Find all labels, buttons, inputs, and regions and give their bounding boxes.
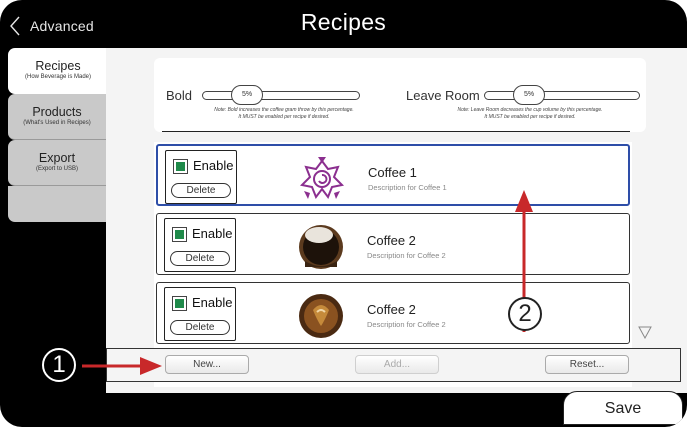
page-title: Recipes [300, 9, 387, 35]
main-panel: Bold 5% Note: Bold increases the coffee … [106, 48, 687, 393]
tab-products-sublabel: (What's Used in Recipes) [23, 120, 91, 126]
leave-room-slider-thumb[interactable]: 5% [513, 85, 545, 105]
recipe-row[interactable]: Enable Delete Coffee 2 Description for C… [156, 213, 630, 275]
reset-button[interactable]: Reset... [545, 355, 629, 374]
tab-recipes-sublabel: (How Beverage is Made) [24, 74, 92, 80]
tab-export-sublabel: (Export to USB) [35, 166, 78, 172]
enable-checkbox[interactable] [173, 159, 188, 174]
callout-one: 1 [42, 348, 76, 382]
tab-export-label: Export [38, 151, 76, 165]
recipe-controls: Enable Delete [164, 218, 236, 272]
checkbox-checked-fill [176, 162, 185, 171]
action-bar: New... Add... Reset... [106, 348, 681, 382]
delete-button[interactable]: Delete [171, 183, 231, 198]
leave-room-note-line2: It MUST be enabled per recipe if desired… [484, 114, 576, 120]
leave-room-label: Leave Room [406, 88, 480, 103]
enable-checkbox[interactable] [172, 227, 187, 242]
checkbox-checked-fill [175, 230, 184, 239]
recipe-description: Description for Coffee 2 [367, 320, 446, 329]
bold-slider[interactable]: 5% [202, 85, 360, 105]
sidebar: Recipes (How Beverage is Made) Products … [8, 48, 108, 393]
new-button[interactable]: New... [165, 355, 249, 374]
callout-two: 2 [508, 297, 542, 331]
checkbox-checked-fill [175, 299, 184, 308]
sidebar-filler [8, 186, 106, 222]
bold-label: Bold [166, 88, 193, 103]
add-button[interactable]: Add... [355, 355, 439, 374]
enable-checkbox[interactable] [172, 296, 187, 311]
recipe-row[interactable]: Enable Delete Coffee 1 Description for C… [156, 144, 630, 206]
bold-note: Note: Bold increases the coffee gram thr… [174, 107, 394, 121]
enable-label: Enable [192, 226, 233, 241]
bold-note-line2: It MUST be enabled per recipe if desired… [238, 114, 330, 120]
save-button[interactable]: Save [563, 391, 683, 425]
latte-photo-icon [297, 290, 345, 338]
recipe-name: Coffee 2 [367, 302, 416, 317]
tab-recipes[interactable]: Recipes (How Beverage is Made) [8, 48, 108, 94]
delete-button[interactable]: Delete [170, 320, 230, 335]
recipe-controls: Enable Delete [165, 150, 237, 204]
settings-panel: Bold 5% Note: Bold increases the coffee … [154, 58, 646, 132]
tab-products[interactable]: Products (What's Used in Recipes) [8, 94, 106, 140]
recipe-description: Description for Coffee 2 [367, 251, 446, 260]
enable-label: Enable [192, 295, 233, 310]
recipe-name: Coffee 2 [367, 233, 416, 248]
tab-products-label: Products [32, 105, 82, 119]
enable-label: Enable [193, 158, 234, 173]
leave-room-note-line1: Note: Leave Room decreases the cup volum… [457, 107, 603, 113]
scroll-down-icon[interactable] [638, 325, 652, 339]
divider [162, 131, 630, 132]
leave-room-slider[interactable]: 5% [484, 85, 640, 105]
tab-export[interactable]: Export (Export to USB) [8, 140, 106, 186]
bold-note-line1: Note: Bold increases the coffee gram thr… [214, 107, 354, 113]
right-arrow-annotation [82, 357, 162, 375]
recipe-controls: Enable Delete [164, 287, 236, 341]
title-bar: Advanced Recipes [0, 0, 687, 48]
tablet-screen: Advanced Recipes Recipes (How Beverage i… [0, 0, 687, 427]
recipe-name: Coffee 1 [368, 165, 417, 180]
tab-recipes-label: Recipes [35, 59, 81, 73]
recipe-row[interactable]: Enable Delete Coffee 2 Description for C… [156, 282, 630, 344]
bold-slider-thumb[interactable]: 5% [231, 85, 263, 105]
recipe-description: Description for Coffee 1 [368, 183, 447, 192]
leave-room-note: Note: Leave Room decreases the cup volum… [416, 107, 644, 121]
coffee-cup-photo-icon [297, 221, 345, 269]
mandala-logo-icon [299, 157, 345, 200]
delete-button[interactable]: Delete [170, 251, 230, 266]
